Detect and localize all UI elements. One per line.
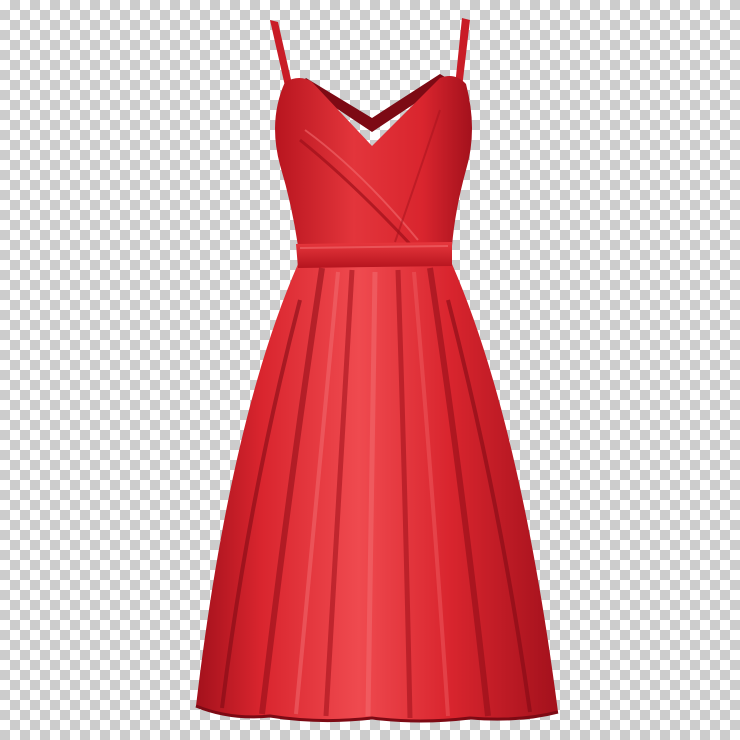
transparency-checkerboard (0, 0, 740, 740)
red-dress-image (195, 18, 559, 723)
right-strap (455, 18, 470, 88)
skirt (196, 264, 558, 721)
bodice (275, 76, 472, 246)
left-strap (270, 20, 292, 86)
